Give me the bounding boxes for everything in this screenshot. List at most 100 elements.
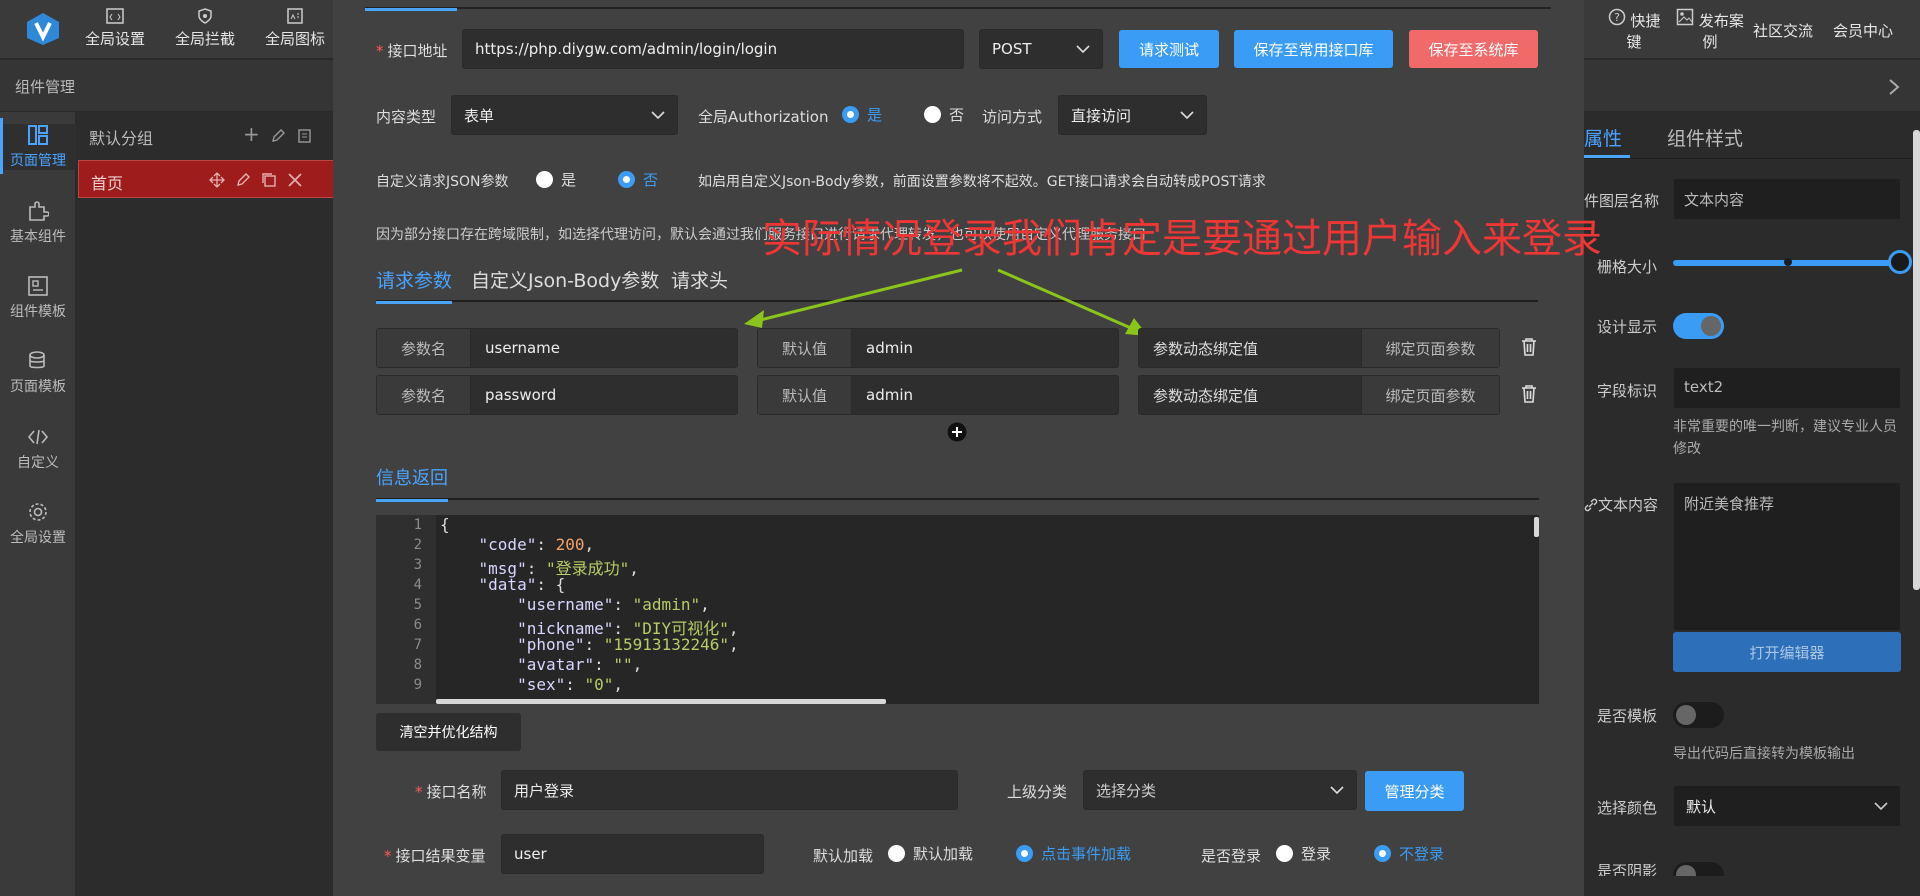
code-line: "phone": "15913132246", xyxy=(517,635,739,654)
rail-global-settings[interactable]: 全局设置 xyxy=(0,501,76,547)
rail-custom[interactable]: 自定义 xyxy=(0,426,76,472)
url-input[interactable]: https://php.diygw.com/admin/login/login xyxy=(462,29,964,69)
global-icons-button[interactable]: 全局图标 xyxy=(250,8,340,49)
modal-top-tab-indicator xyxy=(365,8,457,11)
chevron-down-icon xyxy=(1874,801,1888,810)
open-editor-button[interactable]: 打开编辑器 xyxy=(1673,632,1901,672)
code-vscrollbar[interactable] xyxy=(1534,517,1539,537)
slider-mark xyxy=(1784,258,1792,266)
param-name-input[interactable]: password xyxy=(485,376,556,414)
custom-json-no-radio[interactable]: 否 xyxy=(618,169,658,190)
tab-response[interactable]: 信息返回 xyxy=(376,464,448,502)
load-default-radio[interactable]: 默认加载 xyxy=(888,843,973,864)
save-system-button[interactable]: 保存至系统库 xyxy=(1409,30,1538,68)
custom-json-yes-label: 是 xyxy=(561,171,577,189)
auth-yes-radio[interactable]: 是 xyxy=(842,104,882,125)
content-type-value: 表单 xyxy=(464,106,495,125)
copy-icon[interactable] xyxy=(261,172,277,188)
rail-page-management-label: 页面管理 xyxy=(10,153,66,169)
content-type-select[interactable]: 表单 xyxy=(451,95,678,135)
chevron-right-icon[interactable] xyxy=(1888,78,1900,96)
bind-page-param-button[interactable]: 绑定页面参数 xyxy=(1361,329,1499,367)
code-line: "data": { xyxy=(478,575,566,594)
shadow-toggle[interactable] xyxy=(1673,862,1724,876)
code-hscrollbar[interactable] xyxy=(436,699,886,704)
manage-category-button[interactable]: 管理分类 xyxy=(1365,771,1464,811)
add-param-icon[interactable] xyxy=(947,422,967,442)
member-center-link[interactable]: 会员中心 xyxy=(1833,20,1893,41)
tab-properties[interactable]: 属性 xyxy=(1584,124,1622,151)
clear-optimize-button[interactable]: 清空并优化结构 xyxy=(376,713,521,751)
load-on-click-radio[interactable]: 点击事件加载 xyxy=(1016,843,1131,864)
login-no-radio[interactable]: 不登录 xyxy=(1374,843,1444,864)
rail-basic-components[interactable]: 基本组件 xyxy=(0,200,76,246)
rail-component-templates[interactable]: 组件模板 xyxy=(0,275,76,321)
code-icon xyxy=(27,429,49,445)
chevron-down-icon xyxy=(1076,44,1090,53)
page-item-home[interactable]: 首页 xyxy=(78,160,358,198)
param-name-label: 参数名 xyxy=(377,376,471,414)
puzzle-icon xyxy=(29,201,49,221)
field-id-input[interactable]: text2 xyxy=(1673,367,1901,409)
document-edit-icon[interactable] xyxy=(297,128,313,144)
tab-custom-json-body[interactable]: 自定义Json-Body参数 xyxy=(471,266,659,293)
url-label: * 接口地址 xyxy=(376,42,448,60)
tab-request-params[interactable]: 请求参数 xyxy=(376,266,453,304)
global-intercept-button[interactable]: 全局拦截 xyxy=(160,8,250,49)
rail-page-management[interactable]: 页面管理 xyxy=(0,118,76,174)
save-common-api-button[interactable]: 保存至常用接口库 xyxy=(1234,30,1393,68)
tab-component-style[interactable]: 组件样式 xyxy=(1667,124,1743,151)
custom-json-yes-radio[interactable]: 是 xyxy=(536,169,576,190)
tab-request-headers[interactable]: 请求头 xyxy=(671,266,728,293)
picture-icon xyxy=(1676,8,1694,26)
access-mode-select[interactable]: 直接访问 xyxy=(1058,95,1207,135)
rail-basic-components-label: 基本组件 xyxy=(10,229,66,245)
api-name-label: * 接口名称 xyxy=(415,783,487,801)
method-select[interactable]: POST xyxy=(979,29,1103,69)
close-icon[interactable] xyxy=(287,172,303,188)
publish-case-button[interactable]: 发布案例 xyxy=(1675,8,1745,52)
edit-icon[interactable] xyxy=(270,128,286,144)
move-icon[interactable] xyxy=(209,172,225,188)
left-nav-rail: 页面管理 基本组件 组件模板 页面模板 自定义 全局设置 xyxy=(0,112,76,896)
annotation-text: 实际情况登录我们肯定是要通过用户输入来登录 xyxy=(762,216,1602,262)
template-toggle[interactable] xyxy=(1673,702,1724,728)
grid-size-slider-handle[interactable] xyxy=(1888,250,1912,274)
login-yes-label: 登录 xyxy=(1301,845,1332,863)
auth-no-label: 否 xyxy=(949,106,965,124)
default-value-input[interactable]: admin xyxy=(866,329,913,367)
layer-name-input[interactable]: 文本内容 xyxy=(1673,178,1901,220)
add-icon[interactable]: + xyxy=(243,122,260,146)
api-name-input[interactable]: 用户登录 xyxy=(501,770,958,810)
result-var-input[interactable]: user xyxy=(501,834,764,874)
trash-icon[interactable] xyxy=(1520,384,1538,404)
login-yes-radio[interactable]: 登录 xyxy=(1276,843,1331,864)
design-display-toggle[interactable] xyxy=(1673,313,1724,339)
dynamic-binding-input[interactable]: 参数动态绑定值 xyxy=(1153,376,1258,414)
parent-category-select[interactable]: 选择分类 xyxy=(1083,770,1357,810)
app-logo-icon xyxy=(24,11,62,51)
global-icons-label: 全局图标 xyxy=(264,30,325,48)
text-content-textarea[interactable]: 附近美食推荐 xyxy=(1673,482,1901,631)
response-code-editor[interactable]: 1 2 3 4 5 6 7 8 9 { "code": 200, "msg": … xyxy=(376,515,1539,704)
default-value-input[interactable]: admin xyxy=(866,376,913,414)
global-settings-button[interactable]: 全局设置 xyxy=(70,8,160,49)
right-scrollbar[interactable] xyxy=(1913,130,1920,590)
bind-page-param-button[interactable]: 绑定页面参数 xyxy=(1361,376,1499,414)
shortcuts-button[interactable]: ? 快捷键 xyxy=(1604,8,1664,52)
community-link[interactable]: 社区交流 xyxy=(1753,20,1813,41)
modal-top-tabline xyxy=(365,0,1551,9)
layout-icon xyxy=(28,125,48,145)
dynamic-binding-input[interactable]: 参数动态绑定值 xyxy=(1153,329,1258,367)
request-test-button[interactable]: 请求测试 xyxy=(1119,30,1219,68)
trash-icon[interactable] xyxy=(1520,337,1538,357)
default-value-label: 默认值 xyxy=(758,376,852,414)
auth-no-radio[interactable]: 否 xyxy=(924,104,964,125)
edit-icon[interactable] xyxy=(235,172,251,188)
custom-json-note: 如启用自定义Json-Body参数，前面设置参数将不起效。GET接口请求会自动转… xyxy=(698,174,1266,190)
color-select[interactable]: 默认 xyxy=(1673,785,1901,827)
rail-page-templates[interactable]: 页面模板 xyxy=(0,350,76,396)
rail-global-settings-label: 全局设置 xyxy=(10,530,66,546)
param-name-input[interactable]: username xyxy=(485,329,560,367)
param-row-1-default: 默认值 admin xyxy=(757,328,1119,368)
